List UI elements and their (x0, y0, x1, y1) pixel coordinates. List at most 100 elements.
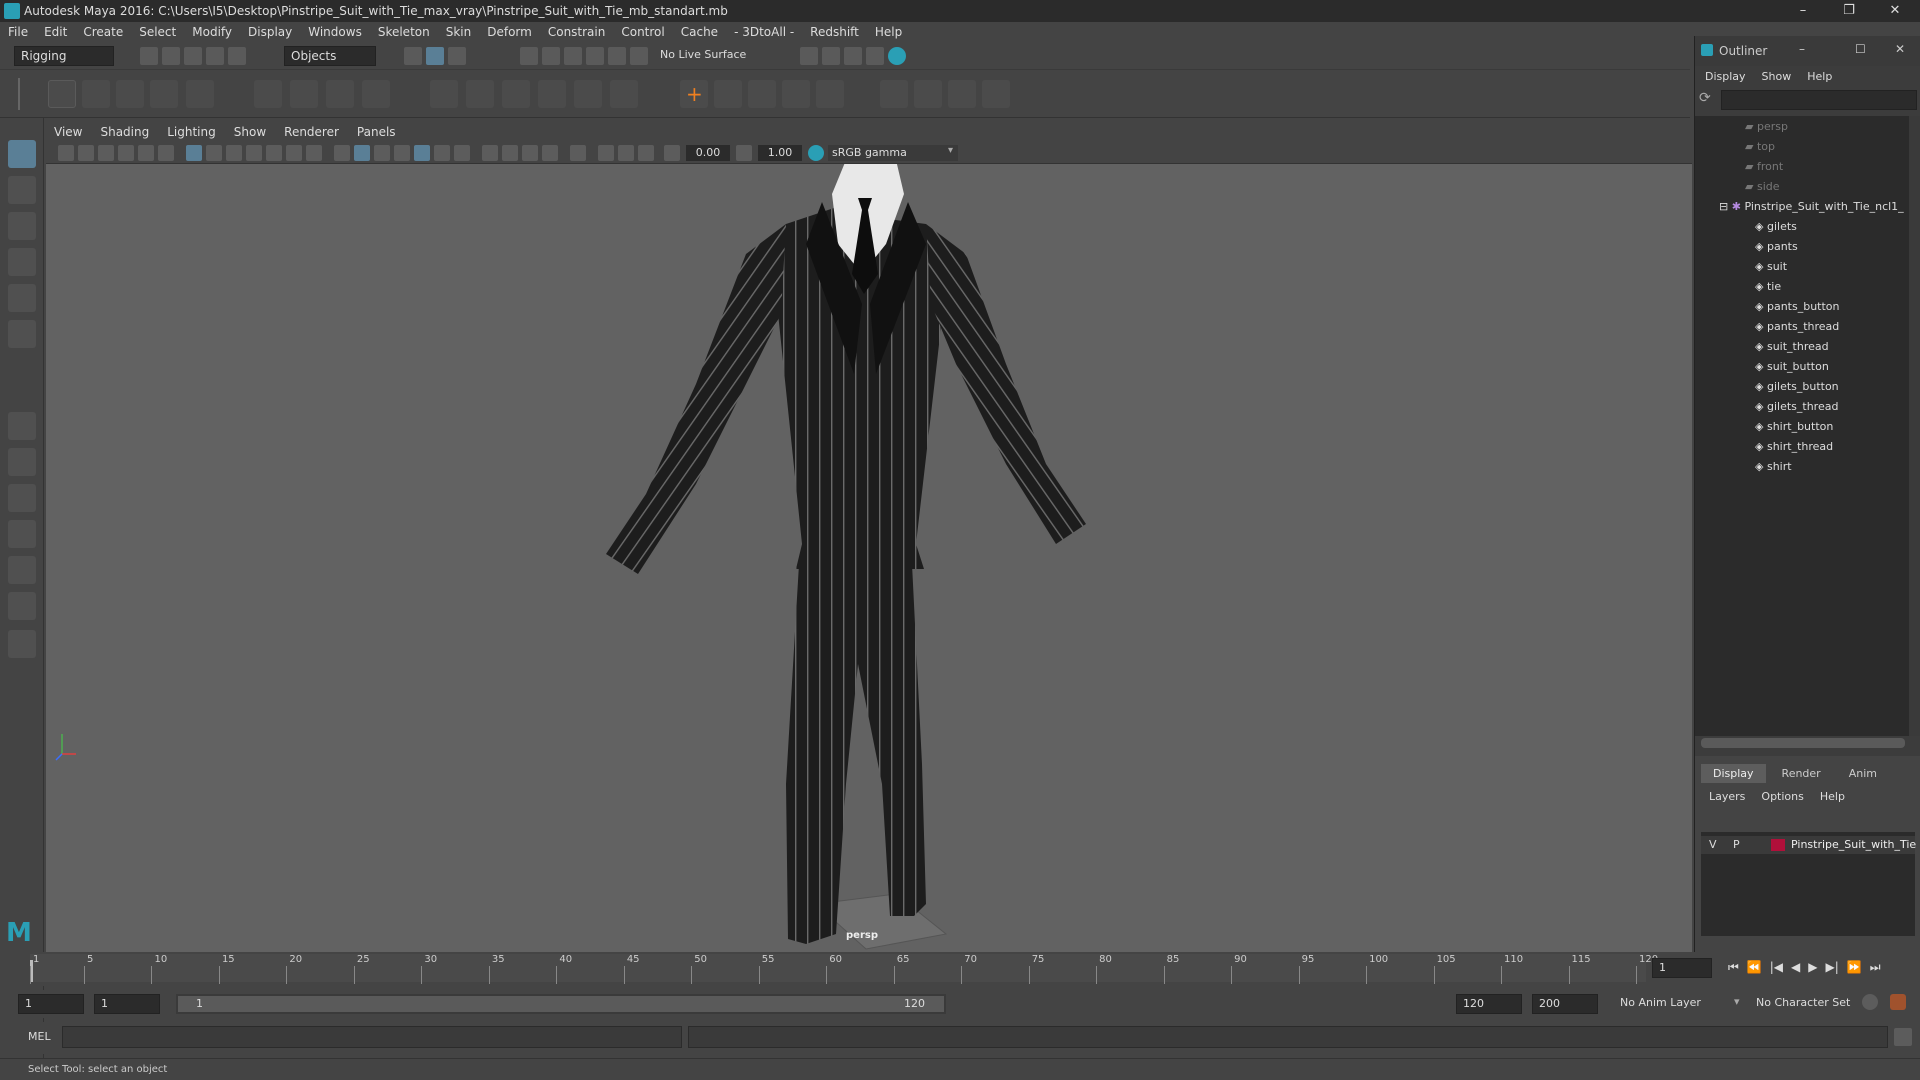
detach-skin-icon[interactable] (538, 80, 566, 108)
render-view-icon[interactable] (888, 47, 906, 65)
panel-menu-view[interactable]: View (54, 125, 82, 139)
save-scene-icon[interactable] (184, 47, 202, 65)
menu-redshift[interactable]: Redshift (810, 25, 859, 39)
gate-mask-icon[interactable] (246, 145, 262, 161)
wireframe-on-shaded-icon[interactable] (394, 145, 410, 161)
smooth-bind-icon[interactable] (466, 80, 494, 108)
hik-icon[interactable] (782, 80, 810, 108)
outliner-child-item[interactable]: ◈ gilets_button (1695, 380, 1909, 400)
smooth-shade-icon[interactable] (354, 145, 370, 161)
tab-display[interactable]: Display (1701, 764, 1766, 783)
go-to-end-icon[interactable]: ⏭ (1870, 960, 1881, 975)
outliner-camera-side[interactable]: ▰ side (1695, 180, 1909, 200)
isolate-select-icon[interactable] (570, 145, 586, 161)
film-gate-icon[interactable] (206, 145, 222, 161)
vertical-scrollbar[interactable] (1909, 116, 1920, 736)
outliner-child-item[interactable]: ◈ suit_button (1695, 360, 1909, 380)
outliner-menu-show[interactable]: Show (1762, 70, 1792, 83)
hik-control-icon[interactable] (948, 80, 976, 108)
nonlinear-icon[interactable] (610, 80, 638, 108)
xray-joints-icon[interactable] (618, 145, 634, 161)
outliner-search-input[interactable] (1721, 90, 1917, 110)
exposure-field[interactable]: 0.00 (686, 145, 730, 161)
outliner-menu-help[interactable]: Help (1807, 70, 1832, 83)
paint-weights-icon[interactable] (502, 80, 530, 108)
shadows-icon[interactable] (454, 145, 470, 161)
outliner-child-item[interactable]: ◈ shirt (1695, 460, 1909, 480)
single-perspective-layout-icon[interactable] (8, 412, 36, 440)
select-component-icon[interactable] (448, 47, 466, 65)
view-transform-dropdown[interactable]: sRGB gamma (828, 145, 958, 161)
script-language-label[interactable]: MEL (28, 1030, 51, 1043)
hypershade-icon[interactable] (866, 47, 884, 65)
menu-skin[interactable]: Skin (446, 25, 472, 39)
snap-view-icon[interactable] (586, 47, 604, 65)
snap-grid-icon[interactable] (520, 47, 538, 65)
step-back-icon[interactable]: ⏪ (1747, 960, 1762, 975)
panel-menu-shading[interactable]: Shading (100, 125, 149, 139)
xray-icon[interactable] (598, 145, 614, 161)
insert-joint-icon[interactable] (150, 80, 178, 108)
restore-icon[interactable]: ☐ (1855, 42, 1866, 56)
layer-row[interactable]: V P Pinstripe_Suit_with_Tie (1701, 836, 1916, 854)
menu-modify[interactable]: Modify (192, 25, 232, 39)
select-object-icon[interactable] (426, 47, 444, 65)
lasso-tool-icon[interactable] (8, 176, 36, 204)
ik-spline-icon[interactable] (116, 80, 144, 108)
paint-select-icon[interactable] (8, 212, 36, 240)
graph-editor-layout-icon[interactable] (8, 556, 36, 584)
grease-pencil-icon[interactable] (158, 145, 174, 161)
live-surface-label[interactable]: No Live Surface (660, 48, 746, 61)
auto-key-icon[interactable] (1862, 994, 1878, 1010)
menu-create[interactable]: Create (83, 25, 123, 39)
panel-menu-panels[interactable]: Panels (357, 125, 396, 139)
gamma-field[interactable]: 1.00 (758, 145, 802, 161)
use-all-lights-icon[interactable] (434, 145, 450, 161)
outliner-root-item[interactable]: ⊟ ✱ Pinstripe_Suit_with_Tie_ncl1_ (1695, 200, 1909, 220)
step-forward-icon[interactable]: ⏩ (1847, 960, 1862, 975)
outliner-camera-persp[interactable]: ▰ persp (1695, 120, 1909, 140)
blendshape-icon[interactable] (574, 80, 602, 108)
redo-icon[interactable] (228, 47, 246, 65)
menu-control[interactable]: Control (621, 25, 664, 39)
panel-menu-lighting[interactable]: Lighting (167, 125, 216, 139)
layer-visibility-toggle[interactable]: V (1709, 838, 1717, 851)
outliner-child-item[interactable]: ◈ tie (1695, 280, 1909, 300)
script-editor-icon[interactable] (1894, 1028, 1912, 1046)
range-handle[interactable]: 1 120 (178, 996, 944, 1012)
outliner-child-item[interactable]: ◈ shirt_button (1695, 420, 1909, 440)
bookmark-icon[interactable] (98, 145, 114, 161)
menu-display[interactable]: Display (248, 25, 292, 39)
preferences-icon[interactable] (1890, 994, 1906, 1010)
tab-anim[interactable]: Anim (1837, 764, 1889, 783)
grid-icon[interactable] (186, 145, 202, 161)
perspective-viewport[interactable]: persp (46, 164, 1692, 952)
outliner-child-item[interactable]: ◈ pants (1695, 240, 1909, 260)
menu-file[interactable]: File (8, 25, 28, 39)
move-tool-icon[interactable] (8, 248, 36, 276)
play-backward-icon[interactable]: ◀ (1791, 960, 1800, 975)
depth-of-field-icon[interactable] (542, 145, 558, 161)
tab-render[interactable]: Render (1770, 764, 1833, 783)
wrap-icon[interactable] (326, 80, 354, 108)
chevron-down-icon[interactable]: ▾ (1734, 995, 1740, 1008)
color-management-icon[interactable] (808, 145, 824, 161)
selection-mode-dropdown[interactable]: Objects (284, 46, 376, 66)
two-pane-layout-icon[interactable] (8, 484, 36, 512)
snap-surface-icon[interactable] (608, 47, 626, 65)
ipr-render-icon[interactable] (822, 47, 840, 65)
joint-tool-icon[interactable] (48, 80, 76, 108)
hik-character-icon[interactable] (816, 80, 844, 108)
current-frame-field[interactable]: 1 (1652, 958, 1712, 978)
menu-set-dropdown[interactable]: Rigging (14, 46, 114, 66)
step-forward-key-icon[interactable]: ▶| (1826, 960, 1839, 975)
mirror-joint-icon[interactable] (186, 80, 214, 108)
anti-aliasing-icon[interactable] (522, 145, 538, 161)
minimize-icon[interactable]: – (1799, 42, 1805, 56)
collapse-icon[interactable]: ⊟ (1719, 200, 1732, 213)
xray-components-icon[interactable] (638, 145, 654, 161)
anim-layer-dropdown[interactable]: No Anim Layer (1620, 996, 1701, 1009)
horizontal-scrollbar[interactable] (1701, 738, 1905, 748)
layer-playback-toggle[interactable]: P (1733, 838, 1740, 851)
character-set-dropdown[interactable]: No Character Set (1756, 996, 1850, 1009)
